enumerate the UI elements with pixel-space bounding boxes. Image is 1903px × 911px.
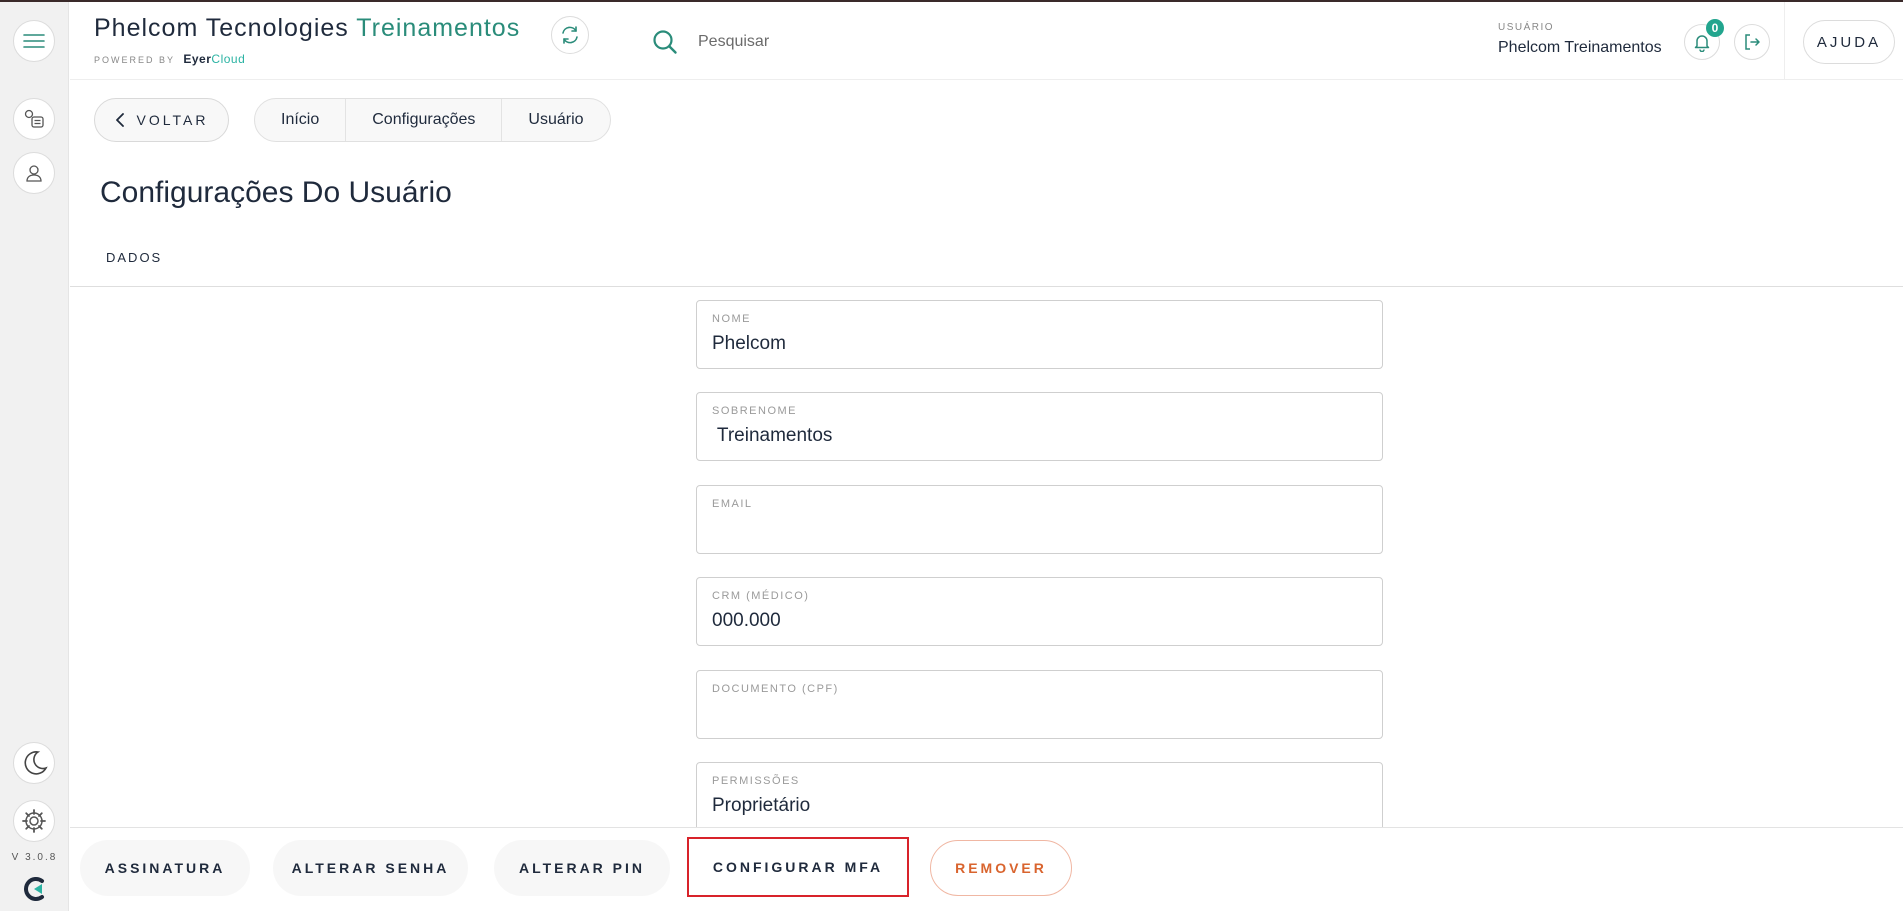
- field-value: Treinamentos: [712, 425, 833, 446]
- page-title: Configurações Do Usuário: [100, 176, 452, 209]
- cpf-field[interactable]: DOCUMENTO (CPF): [696, 670, 1383, 739]
- breadcrumb-inicio[interactable]: Início: [255, 99, 347, 141]
- tab-dados[interactable]: DADOS: [106, 250, 162, 265]
- field-value: Proprietário: [712, 795, 811, 816]
- change-pin-button[interactable]: ALTERAR PIN: [494, 840, 670, 896]
- search-icon[interactable]: [651, 28, 679, 56]
- top-header: Phelcom Tecnologies Treinamentos POWERED…: [70, 2, 1903, 80]
- powered-by-eyer: Eyer: [183, 52, 212, 66]
- first-name-field[interactable]: NOME Phelcom: [696, 300, 1383, 369]
- help-button[interactable]: AJUDA: [1803, 20, 1895, 64]
- user-caption: USUÁRIO: [1498, 22, 1555, 33]
- field-value: Phelcom: [712, 333, 786, 354]
- powered-by-cloud: Cloud: [211, 52, 246, 66]
- dark-mode-toggle[interactable]: [13, 742, 55, 784]
- powered-by: POWERED BY EyerCloud: [94, 52, 245, 66]
- user-icon: [26, 165, 42, 182]
- field-label: NOME: [712, 313, 751, 325]
- remove-button[interactable]: REMOVER: [930, 840, 1072, 896]
- eyer-logo-icon: [22, 876, 48, 902]
- chevron-left-icon: [115, 113, 124, 127]
- search-input[interactable]: [698, 28, 1098, 56]
- permissions-field[interactable]: PERMISSÕES Proprietário: [696, 762, 1383, 831]
- signature-button[interactable]: ASSINATURA: [80, 840, 250, 896]
- menu-icon: [23, 34, 45, 48]
- notification-badge: 0: [1706, 19, 1724, 37]
- user-name[interactable]: Phelcom Treinamentos: [1498, 39, 1662, 57]
- clinic-list-button[interactable]: [13, 98, 55, 140]
- back-label: VOLTAR: [136, 112, 209, 128]
- tab-divider: [70, 286, 1903, 287]
- field-label: CRM (MÉDICO): [712, 590, 810, 602]
- brand-main: Phelcom Tecnologies: [94, 14, 357, 42]
- logout-button[interactable]: [1734, 24, 1770, 60]
- change-password-button[interactable]: ALTERAR SENHA: [273, 840, 468, 896]
- refresh-icon: [562, 26, 578, 44]
- field-label: PERMISSÕES: [712, 775, 800, 787]
- gear-icon: [22, 809, 46, 833]
- field-value: 000.000: [712, 610, 781, 631]
- clinic-list-icon: [24, 109, 44, 128]
- crm-field[interactable]: CRM (MÉDICO) 000.000: [696, 577, 1383, 646]
- brand-accent: Treinamentos: [356, 14, 521, 42]
- header-divider: [1784, 2, 1785, 80]
- breadcrumb-configuracoes[interactable]: Configurações: [346, 99, 503, 141]
- field-label: EMAIL: [712, 498, 753, 510]
- moon-icon: [24, 751, 48, 775]
- back-button[interactable]: VOLTAR: [94, 98, 229, 142]
- user-button[interactable]: [13, 152, 55, 194]
- logout-icon: [1745, 34, 1760, 50]
- breadcrumb-usuario[interactable]: Usuário: [502, 99, 609, 141]
- app-version: V 3.0.8: [11, 852, 58, 863]
- last-name-field[interactable]: SOBRENOME Treinamentos: [696, 392, 1383, 461]
- sync-button[interactable]: [551, 16, 589, 54]
- field-label: SOBRENOME: [712, 405, 798, 417]
- breadcrumb: Início Configurações Usuário: [254, 98, 611, 142]
- powered-by-label: POWERED BY: [94, 55, 175, 65]
- bottom-action-bar: ASSINATURA ALTERAR SENHA ALTERAR PIN CON…: [70, 827, 1903, 911]
- email-field[interactable]: EMAIL: [696, 485, 1383, 554]
- configure-mfa-button[interactable]: CONFIGURAR MFA: [687, 837, 909, 897]
- left-sidebar: V 3.0.8: [0, 2, 69, 911]
- app-brand-title: Phelcom Tecnologies Treinamentos: [94, 14, 520, 43]
- field-label: DOCUMENTO (CPF): [712, 683, 839, 695]
- settings-button[interactable]: [13, 800, 55, 842]
- menu-button[interactable]: [13, 20, 55, 62]
